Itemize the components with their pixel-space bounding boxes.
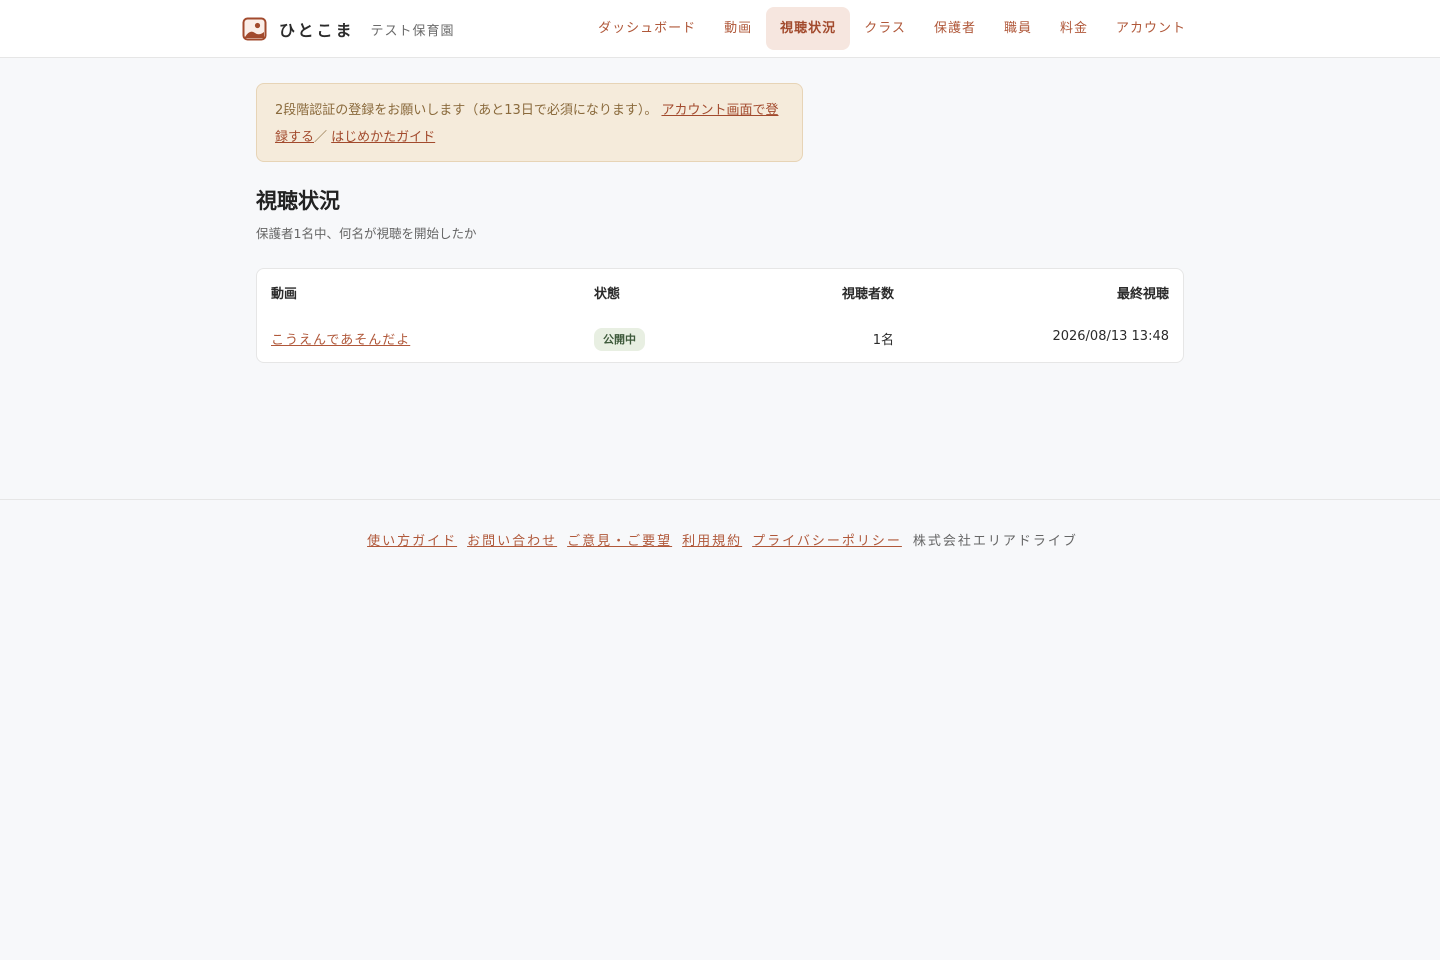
company-name: 株式会社エリアドライブ <box>912 534 1078 549</box>
nav-item-viewing-status[interactable]: 視聴状況 <box>766 7 851 50</box>
footer-link-privacy[interactable]: プライバシーポリシー <box>752 530 902 549</box>
footer-links: 使い方ガイド お問い合わせ ご意見・ご要望 利用規約 プライバシーポリシー 株式… <box>0 530 1440 549</box>
status-badge: 公開中 <box>594 328 645 351</box>
footer-link-terms[interactable]: 利用規約 <box>682 530 742 549</box>
nav-item-dashboard[interactable]: ダッシュボード <box>584 7 710 50</box>
nav-item-account[interactable]: アカウント <box>1102 7 1200 50</box>
nav-item-videos[interactable]: 動画 <box>710 7 766 50</box>
nav-item-classes[interactable]: クラス <box>850 7 920 50</box>
photo-frame-icon <box>242 17 267 41</box>
column-header-video: 動画 <box>271 287 298 302</box>
getting-started-guide-link[interactable]: はじめかたガイド <box>331 130 435 145</box>
page-subtitle: 保護者1名中、何名が視聴を開始したか <box>256 226 477 241</box>
brand[interactable]: ひとこま テスト保育園 <box>242 16 455 42</box>
nav-item-guardians[interactable]: 保護者 <box>920 7 990 50</box>
nav-item-pricing[interactable]: 料金 <box>1046 7 1102 50</box>
page-footer: 使い方ガイド お問い合わせ ご意見・ご要望 利用規約 プライバシーポリシー 株式… <box>0 499 1440 579</box>
viewing-status-table: 動画 状態 視聴者数 最終視聴 こうえんであそんだよ 公開中 1名 2026/0… <box>256 268 1184 363</box>
last-viewed-time: 2026/08/13 13:48 <box>1052 329 1169 344</box>
footer-link-feedback[interactable]: ご意見・ご要望 <box>567 530 672 549</box>
notice-separator: ／ <box>314 130 328 145</box>
column-header-status: 状態 <box>594 287 621 302</box>
brand-name: ひとこま <box>279 21 355 40</box>
video-title-link[interactable]: こうえんであそんだよ <box>271 333 410 348</box>
main-nav: ダッシュボード 動画 視聴状況 クラス 保護者 職員 料金 アカウント <box>584 7 1200 50</box>
footer-link-contact[interactable]: お問い合わせ <box>467 530 557 549</box>
notice-text: 2段階認証の登録をお願いします（あと13日で必須になります）。 <box>275 103 658 118</box>
page-title: 視聴状況 <box>256 189 340 213</box>
column-header-last-viewed: 最終視聴 <box>1116 287 1169 302</box>
footer-link-guide[interactable]: 使い方ガイド <box>367 530 457 549</box>
viewer-count: 1名 <box>872 333 894 348</box>
column-header-viewers: 視聴者数 <box>841 287 894 302</box>
nav-item-staff[interactable]: 職員 <box>990 7 1046 50</box>
app-header: ひとこま テスト保育園 ダッシュボード 動画 視聴状況 クラス 保護者 職員 料… <box>0 0 1440 58</box>
organization-name: テスト保育園 <box>370 23 455 39</box>
two-factor-notice: 2段階認証の登録をお願いします（あと13日で必須になります）。 アカウント画面で… <box>256 83 803 162</box>
